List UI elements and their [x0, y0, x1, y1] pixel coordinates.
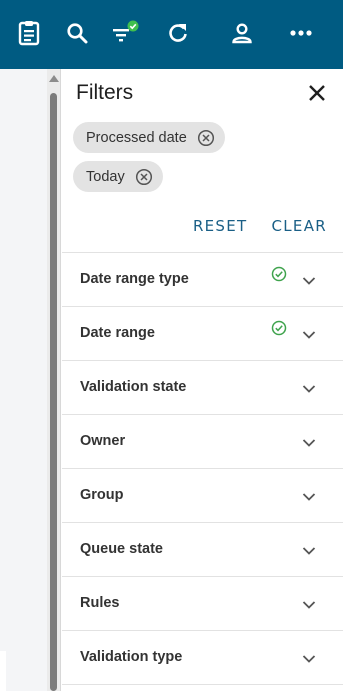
- background-strip: [0, 651, 6, 691]
- reset-button[interactable]: RESET: [193, 217, 248, 235]
- filter-chip-today: Today: [73, 161, 163, 192]
- filter-row[interactable]: Rules: [62, 577, 343, 631]
- filter-row-label: Queue state: [80, 541, 163, 557]
- filter-row-label: Validation state: [80, 379, 187, 395]
- chevron-down-icon[interactable]: [301, 436, 317, 448]
- filter-row[interactable]: Validation type: [62, 631, 343, 685]
- remove-chip-icon[interactable]: [135, 168, 153, 186]
- filter-icon[interactable]: [110, 16, 140, 50]
- filter-row[interactable]: Date range type: [62, 253, 343, 307]
- filter-row[interactable]: Date range: [62, 307, 343, 361]
- refresh-icon[interactable]: [163, 16, 193, 50]
- filter-row[interactable]: Queue state: [62, 523, 343, 577]
- clipboard-icon[interactable]: [14, 16, 44, 50]
- scrollbar-thumb[interactable]: [50, 93, 57, 691]
- user-icon[interactable]: [227, 16, 257, 50]
- filter-row[interactable]: Owner: [62, 415, 343, 469]
- filter-row[interactable]: Validation state: [62, 361, 343, 415]
- chevron-down-icon[interactable]: [301, 382, 317, 394]
- chevron-down-icon[interactable]: [301, 490, 317, 502]
- remove-chip-icon[interactable]: [197, 129, 215, 147]
- filter-row-label: Owner: [80, 433, 126, 449]
- background-content: [0, 69, 47, 691]
- search-icon[interactable]: [62, 16, 92, 50]
- chip-label: Processed date: [86, 129, 187, 146]
- filter-chip-processed-date: Processed date: [73, 122, 225, 153]
- filter-row-label: Rules: [80, 595, 120, 611]
- filter-row-label: Group: [80, 487, 124, 503]
- filter-actions: RESET CLEAR: [193, 217, 327, 235]
- clear-button[interactable]: CLEAR: [272, 217, 328, 235]
- chevron-down-icon[interactable]: [301, 652, 317, 664]
- filter-row[interactable]: Group: [62, 469, 343, 523]
- close-icon[interactable]: [305, 81, 329, 105]
- chevron-down-icon[interactable]: [301, 544, 317, 556]
- chevron-down-icon[interactable]: [301, 328, 317, 340]
- filter-row-label: Date range: [80, 325, 155, 341]
- filters-panel: Filters Processed date Today RESET CLEAR…: [62, 69, 343, 691]
- filter-list: Date range type Date range Validation stat…: [62, 252, 343, 685]
- chevron-down-icon[interactable]: [301, 598, 317, 610]
- scroll-up-arrow-icon[interactable]: [49, 75, 59, 82]
- filter-row-label: Date range type: [80, 271, 189, 287]
- more-icon[interactable]: [286, 16, 316, 50]
- chip-label: Today: [86, 168, 125, 185]
- filter-row-label: Validation type: [80, 649, 183, 665]
- panel-title: Filters: [76, 81, 134, 104]
- check-circle-icon: [271, 266, 287, 282]
- top-toolbar: [0, 0, 343, 69]
- scrollbar[interactable]: [47, 69, 61, 691]
- chevron-down-icon[interactable]: [301, 274, 317, 286]
- check-circle-icon: [271, 320, 287, 336]
